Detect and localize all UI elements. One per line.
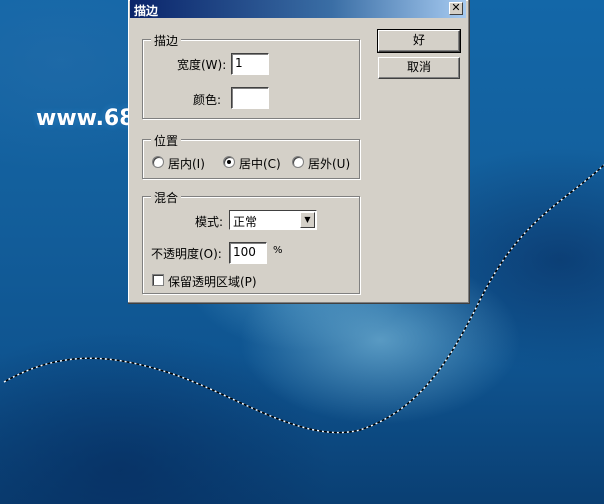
- stroke-dialog: 描边 ✕ 好 取消 描边 宽度(W): 1 颜色: 位置 居内(I) 居中(C)…: [128, 0, 470, 304]
- blending-group: 混合 模式: 正常 ▼ 不透明度(O): 100 % 保留透明区域(P): [142, 189, 360, 294]
- radio-outside-label[interactable]: 居外(U): [308, 155, 350, 172]
- ok-button[interactable]: 好: [377, 29, 461, 53]
- radio-inside-label[interactable]: 居内(I): [168, 155, 205, 172]
- dialog-title: 描边: [134, 4, 159, 18]
- opacity-input[interactable]: 100: [229, 242, 267, 264]
- mode-select-value: 正常: [233, 215, 258, 229]
- blending-group-legend: 混合: [151, 189, 182, 206]
- cancel-button[interactable]: 取消: [378, 57, 460, 79]
- location-group-legend: 位置: [151, 132, 182, 149]
- width-input[interactable]: 1: [231, 53, 269, 75]
- chevron-down-icon[interactable]: ▼: [300, 212, 315, 228]
- width-label: 宽度(W):: [177, 58, 227, 72]
- radio-center-label[interactable]: 居中(C): [239, 155, 281, 172]
- close-button[interactable]: ✕: [449, 2, 463, 15]
- dialog-titlebar[interactable]: 描边 ✕: [130, 0, 466, 18]
- location-group: 位置 居内(I) 居中(C) 居外(U): [142, 132, 360, 179]
- radio-inside[interactable]: [152, 156, 164, 168]
- radio-center[interactable]: [223, 156, 235, 168]
- stroke-group: 描边 宽度(W): 1 颜色:: [142, 32, 360, 119]
- close-icon: ✕: [451, 1, 461, 14]
- stroke-group-legend: 描边: [151, 32, 182, 49]
- radio-outside[interactable]: [292, 156, 304, 168]
- opacity-unit: %: [273, 245, 283, 256]
- preserve-transparency-checkbox[interactable]: [152, 274, 164, 286]
- opacity-label: 不透明度(O):: [151, 247, 222, 261]
- color-label: 颜色:: [193, 93, 222, 107]
- preserve-transparency-label[interactable]: 保留透明区域(P): [168, 273, 257, 290]
- color-swatch[interactable]: [231, 87, 269, 109]
- mode-select[interactable]: 正常 ▼: [229, 210, 317, 230]
- mode-label: 模式:: [195, 215, 224, 229]
